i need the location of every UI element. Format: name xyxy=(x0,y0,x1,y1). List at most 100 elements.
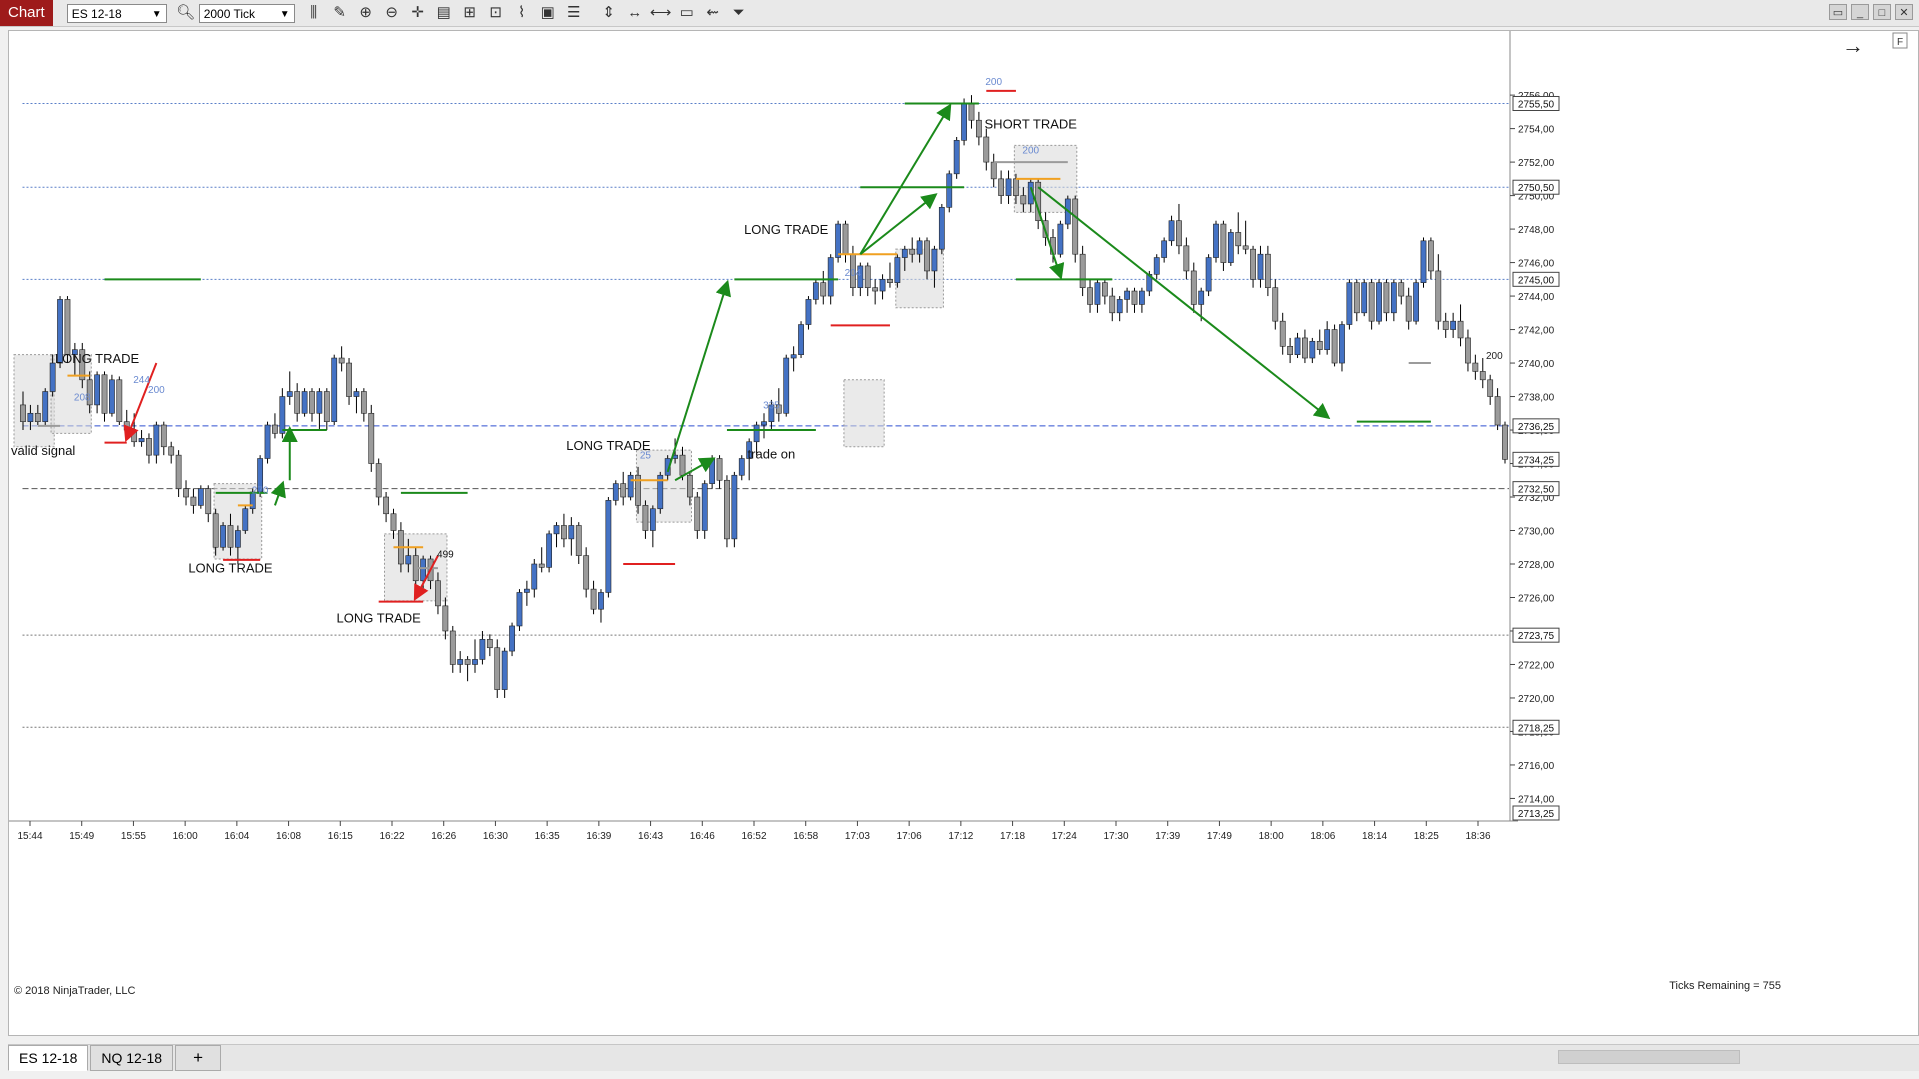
zoom-out-icon[interactable]: ⊖ xyxy=(380,3,404,23)
candle-body xyxy=(331,357,338,422)
candle-body xyxy=(1420,240,1427,283)
tab-es-12-18[interactable]: ES 12-18 xyxy=(8,1045,89,1071)
candle-body xyxy=(234,530,241,548)
scroll-icon[interactable]: ⟷ xyxy=(649,3,673,23)
chart-panel[interactable]: valid signal LONG TRADE LONG TRADE LONG TRA… xyxy=(8,30,1919,1036)
candle-body xyxy=(1479,371,1486,381)
candle-body xyxy=(1487,379,1494,397)
candle-body xyxy=(612,483,619,501)
search-icon[interactable]: 🔍︎ xyxy=(174,3,198,23)
candle-body xyxy=(916,240,923,255)
data-box-icon[interactable]: ▣ xyxy=(536,3,560,23)
candle-body xyxy=(420,558,427,582)
bar-type-icon[interactable]: ⫼ xyxy=(302,3,326,23)
price-level-label: 2745,00 xyxy=(1518,275,1555,286)
chart-tab[interactable]: Chart xyxy=(0,0,53,26)
indicator-icon[interactable]: ⊡ xyxy=(484,3,508,23)
candle-body xyxy=(138,438,145,443)
candle-body xyxy=(820,282,827,297)
maximize-icon[interactable]: □ xyxy=(1873,4,1891,20)
candle-body xyxy=(1287,346,1294,355)
candle-body xyxy=(1442,320,1449,330)
candle-body xyxy=(472,659,478,665)
copyright-text: © 2018 NinjaTrader, LLC xyxy=(14,985,135,997)
candle-body xyxy=(64,299,71,355)
candle-body xyxy=(1139,290,1145,305)
drawing-tool-icon[interactable]: ⌇ xyxy=(510,3,534,23)
rectangle-icon[interactable]: ▭ xyxy=(675,3,699,23)
candle-body xyxy=(642,505,649,531)
interval-select[interactable]: 2000 Tick ▼ xyxy=(198,3,295,23)
link-icon[interactable]: ⇜ xyxy=(701,3,725,23)
candle-body xyxy=(264,424,271,459)
properties-icon[interactable]: ▤ xyxy=(432,3,456,23)
candle-body xyxy=(598,592,604,610)
tab-nq-12-18[interactable]: NQ 12-18 xyxy=(90,1045,174,1071)
time-tick-label: 17:03 xyxy=(845,831,870,842)
candle-body xyxy=(1020,195,1027,205)
close-icon[interactable]: ✕ xyxy=(1895,4,1913,20)
candle-body xyxy=(1235,232,1242,247)
candle-body xyxy=(1272,287,1279,322)
candle-body xyxy=(1153,257,1160,275)
candle-body xyxy=(887,279,893,283)
candle-body xyxy=(790,354,797,359)
candle-body xyxy=(1198,290,1205,305)
candle-body xyxy=(1013,178,1019,196)
price-chart[interactable]: valid signal LONG TRADE LONG TRADE LONG TRA… xyxy=(9,31,1918,1035)
trade-annotation: LONG TRADE xyxy=(188,560,273,575)
trade-arrow xyxy=(270,480,286,506)
candle-body xyxy=(568,525,575,540)
candle-body xyxy=(1094,282,1101,305)
price-tick-label: 2746,00 xyxy=(1518,259,1555,270)
zoom-in-icon[interactable]: ⊕ xyxy=(354,3,378,23)
pencil-icon[interactable]: ✎ xyxy=(328,3,352,23)
volume-label: 204 xyxy=(845,268,862,279)
candle-body xyxy=(442,605,449,632)
scroll-left-icon[interactable]: ↔ xyxy=(623,3,647,23)
candle-body xyxy=(1168,220,1175,242)
candle-body xyxy=(123,421,130,431)
candle-body xyxy=(1213,223,1219,258)
candle-body xyxy=(501,650,508,690)
candle-body xyxy=(953,140,960,175)
candle-body xyxy=(94,374,100,406)
candle-body xyxy=(961,103,967,141)
strategy-icon[interactable]: ⊞ xyxy=(458,3,482,23)
candle-body xyxy=(1183,245,1190,272)
time-tick-label: 17:06 xyxy=(897,831,922,842)
arrow-right-icon[interactable]: → xyxy=(1842,33,1864,58)
candle-body xyxy=(1190,270,1197,305)
price-tick-label: 2740,00 xyxy=(1518,359,1555,370)
candle-body xyxy=(1131,290,1138,305)
candle-body xyxy=(679,454,686,476)
candle-body xyxy=(309,391,315,414)
candle-body xyxy=(346,362,352,397)
volume-label: 499 xyxy=(437,549,454,560)
candle-body xyxy=(1465,337,1471,364)
candle-body xyxy=(827,257,834,297)
candle-body xyxy=(879,279,886,292)
time-tick-label: 16:30 xyxy=(483,831,508,842)
pin-icon[interactable]: ▭ xyxy=(1829,4,1847,20)
instrument-select[interactable]: ES 12-18 ▼ xyxy=(66,3,167,23)
horizontal-scrollbar[interactable] xyxy=(1558,1050,1740,1064)
trade-zone-box xyxy=(843,379,885,448)
candle-body xyxy=(175,454,182,489)
minimize-icon[interactable]: _ xyxy=(1851,4,1869,20)
trade-arrow xyxy=(859,193,938,255)
time-tick-label: 18:36 xyxy=(1465,831,1490,842)
candle-body xyxy=(1383,282,1390,314)
filter-icon[interactable]: ⏷ xyxy=(727,3,751,23)
crosshair-icon[interactable]: ✛ xyxy=(406,3,430,23)
time-tick-label: 16:52 xyxy=(741,831,766,842)
candle-body xyxy=(183,488,189,498)
add-tab-button[interactable]: + xyxy=(175,1045,222,1071)
time-tick-label: 16:22 xyxy=(379,831,404,842)
bar-spacing-icon[interactable]: ⇕ xyxy=(597,3,621,23)
candle-body xyxy=(1242,245,1249,250)
order-list-icon[interactable]: ☰ xyxy=(562,3,586,23)
price-level-label: 2750,50 xyxy=(1518,183,1555,194)
candle-body xyxy=(390,513,397,531)
candle-body xyxy=(1502,424,1508,460)
